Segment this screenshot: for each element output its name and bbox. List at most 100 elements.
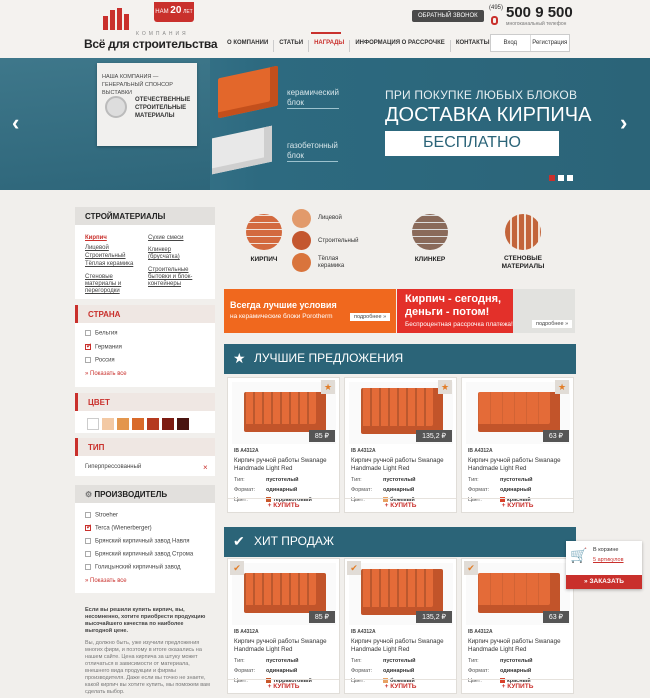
brick-image: [361, 569, 443, 615]
product-name[interactable]: Кирпич ручной работы Swanage Handmade Li…: [468, 457, 572, 473]
cat-warm-link[interactable]: Тёплая керамика: [85, 261, 133, 267]
face-brick-label[interactable]: Лицевой: [318, 215, 342, 221]
phone-code: (495): [489, 5, 504, 11]
build-brick-icon[interactable]: [292, 231, 311, 250]
product-name[interactable]: Кирпич ручной работы Swanage Handmade Li…: [351, 457, 455, 473]
nav-articles[interactable]: СТАТЬИ: [274, 40, 310, 52]
country-option[interactable]: Россия: [85, 357, 115, 364]
remove-type-icon[interactable]: ×: [203, 463, 208, 472]
checkbox[interactable]: [85, 551, 91, 557]
product-name[interactable]: Кирпич ручной работы Swanage Handmade Li…: [351, 638, 455, 654]
buy-button[interactable]: + КУПИТЬ: [462, 679, 573, 693]
cat-walls-link[interactable]: Стеновые материалы и перегородки: [85, 274, 145, 295]
cat-build-link[interactable]: Строительный: [85, 253, 126, 259]
country-option[interactable]: ✔ Германия: [85, 343, 122, 351]
maker-option[interactable]: Stroeher: [85, 512, 118, 519]
cat-mixes-link[interactable]: Сухие смеси: [148, 235, 184, 241]
color-swatch[interactable]: [87, 418, 99, 430]
promo-free-button[interactable]: БЕСПЛАТНО: [385, 131, 559, 156]
cat-cabins-link[interactable]: Строительные бытовки и блок-контейнеры: [148, 267, 208, 288]
warm-ceramic-icon[interactable]: [292, 253, 311, 272]
checkbox[interactable]: [85, 564, 91, 570]
ad2-subtitle: деньги - потом!: [405, 306, 490, 318]
maker-option[interactable]: Брянский кирпичный завод Строма: [85, 551, 193, 558]
slider-dot[interactable]: [567, 175, 573, 181]
product-card[interactable]: ✔ 135,2 ₽ IB A4312A Кирпич ручной работы…: [344, 558, 457, 694]
build-brick-label[interactable]: Строительный: [318, 238, 359, 244]
clinker-category-label[interactable]: КЛИНКЕР: [405, 256, 455, 263]
maker-option[interactable]: Голицынский кирпичный завод: [85, 564, 181, 571]
clinker-category-icon[interactable]: [412, 214, 448, 250]
cart-widget[interactable]: 🛒 В корзине 5 артикулов » ЗАКАЗАТЬ: [566, 541, 642, 589]
installment-ad[interactable]: Кирпич - сегодня, деньги - потом! Беспро…: [397, 289, 575, 333]
phone-number[interactable]: 500 9 500: [506, 4, 573, 21]
ad2-more-button[interactable]: подробнее »: [532, 320, 573, 328]
product-name[interactable]: Кирпич ручной работы Swanage Handmade Li…: [234, 457, 338, 473]
country-option[interactable]: Бельгия: [85, 330, 118, 337]
brick-category-label[interactable]: КИРПИЧ: [242, 256, 286, 263]
maker-option[interactable]: Брянский кирпичный завод Навля: [85, 538, 190, 545]
spec-label: Формат:: [234, 487, 256, 493]
product-card[interactable]: ★ 135,2 ₽ IB A4312A Кирпич ручной работы…: [344, 377, 457, 513]
spec-label: Тип:: [234, 658, 245, 664]
show-all-makers-link[interactable]: » Показать все: [85, 578, 127, 584]
slider-dot[interactable]: [549, 175, 555, 181]
checkbox[interactable]: [85, 538, 91, 544]
buy-button[interactable]: + КУПИТЬ: [345, 679, 456, 693]
brick-image: [244, 573, 326, 613]
nav-contacts[interactable]: КОНТАКТЫ: [451, 40, 495, 52]
face-brick-icon[interactable]: [292, 209, 311, 228]
product-card[interactable]: ★ 85 ₽ IB A4312A Кирпич ручной работы Sw…: [227, 377, 340, 513]
checkbox[interactable]: [85, 330, 91, 336]
wall-materials-icon[interactable]: [505, 214, 541, 250]
color-swatch[interactable]: [177, 418, 189, 430]
nav-installments[interactable]: ИНФОРМАЦИЯ О РАССРОЧКЕ: [350, 40, 451, 52]
cat-brick-link[interactable]: Кирпич: [85, 235, 107, 241]
cat-face-link[interactable]: Лицевой: [85, 245, 109, 251]
color-swatch[interactable]: [102, 418, 114, 430]
brick-image: [478, 573, 560, 613]
color-swatch[interactable]: [162, 418, 174, 430]
product-card[interactable]: ✔ 63 ₽ IB A4312A Кирпич ручной работы Sw…: [461, 558, 574, 694]
checkout-button[interactable]: » ЗАКАЗАТЬ: [566, 575, 642, 589]
show-all-countries-link[interactable]: » Показать все: [85, 371, 127, 377]
product-card[interactable]: ★ 63 ₽ IB A4312A Кирпич ручной работы Sw…: [461, 377, 574, 513]
sponsor-card[interactable]: НАША КОМПАНИЯ — ГЕНЕРАЛЬНЫЙ СПОНСОР ВЫСТ…: [97, 63, 197, 146]
logo-icon[interactable]: [103, 8, 133, 30]
cart-count-link[interactable]: 5 артикулов: [593, 557, 624, 563]
maker-option[interactable]: ✔ Terca (Wienerberger): [85, 524, 152, 532]
checkbox[interactable]: [85, 512, 91, 518]
nav-awards[interactable]: НАГРАДЫ: [309, 40, 351, 52]
slider-prev-button[interactable]: ‹: [12, 110, 19, 136]
product-name[interactable]: Кирпич ручной работы Swanage Handmade Li…: [234, 638, 338, 654]
ad1-more-button[interactable]: подробнее »: [350, 313, 391, 321]
wall-materials-label[interactable]: СТЕНОВЫЕ МАТЕРИАЛЫ: [495, 255, 551, 271]
label-line: газобетонный: [287, 141, 338, 150]
color-swatch[interactable]: [132, 418, 144, 430]
buy-button[interactable]: + КУПИТЬ: [228, 498, 339, 512]
cart-icon[interactable]: 🛒: [570, 547, 587, 564]
cat-clinker-link[interactable]: Клинкер (брусчатка): [148, 247, 198, 261]
checkbox-checked[interactable]: ✔: [85, 343, 92, 350]
spec-format: Формат: одинарный: [234, 487, 297, 493]
buy-button[interactable]: + КУПИТЬ: [228, 679, 339, 693]
color-swatch[interactable]: [117, 418, 129, 430]
brand-name[interactable]: Всё для строительства: [84, 37, 218, 51]
slider-next-button[interactable]: ›: [620, 110, 627, 136]
slider-dot[interactable]: [558, 175, 564, 181]
callback-button[interactable]: ОБРАТНЫЙ ЗВОНОК: [412, 10, 484, 22]
brick-category-icon[interactable]: [246, 214, 282, 250]
nav-about[interactable]: О КОМПАНИИ: [222, 40, 275, 52]
color-swatch[interactable]: [147, 418, 159, 430]
section-title: ХИТ ПРОДАЖ: [254, 534, 334, 548]
product-name[interactable]: Кирпич ручной работы Swanage Handmade Li…: [468, 638, 572, 654]
warm-ceramic-label[interactable]: Тёплая керамика: [318, 256, 358, 270]
checkbox[interactable]: [85, 357, 91, 363]
register-link[interactable]: Регистрация: [531, 35, 570, 51]
porotherm-ad[interactable]: Всегда лучшие условия на керамические бл…: [224, 289, 396, 333]
buy-button[interactable]: + КУПИТЬ: [462, 498, 573, 512]
login-link[interactable]: Вход: [491, 35, 531, 51]
checkbox-checked[interactable]: ✔: [85, 524, 92, 531]
buy-button[interactable]: + КУПИТЬ: [345, 498, 456, 512]
product-card[interactable]: ✔ 85 ₽ IB A4312A Кирпич ручной работы Sw…: [227, 558, 340, 694]
